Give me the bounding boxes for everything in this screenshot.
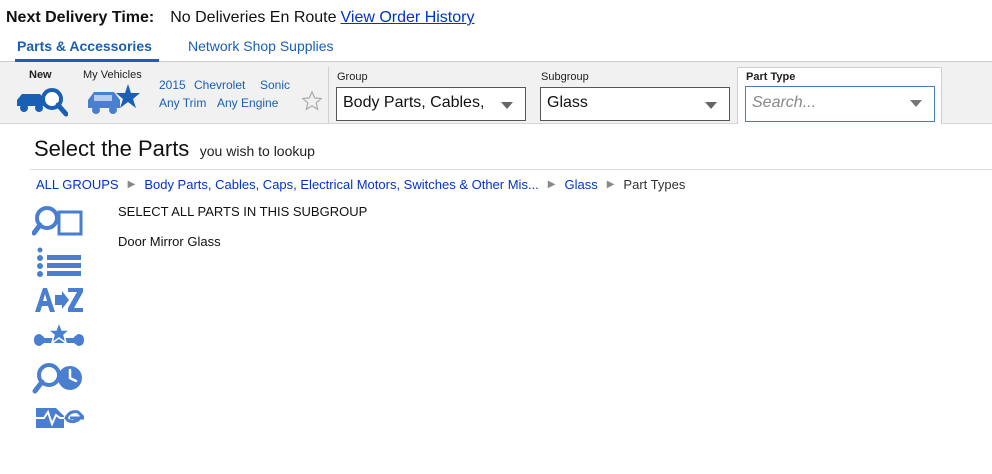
page-title: Select the Parts [34,136,190,161]
tab-bar: Parts & Accessories Network Shop Supplie… [0,34,992,62]
diagnostics-icon[interactable] [32,398,86,434]
view-order-history-link[interactable]: View Order History [341,9,475,27]
breadcrumb-current: Part Types [623,177,686,192]
vehicle-trim[interactable]: Any Trim [159,96,206,110]
search-history-icon[interactable] [32,360,86,396]
breadcrumb: ALL GROUPS ▶ Body Parts, Cables, Caps, E… [36,177,685,192]
page-subtitle: you wish to lookup [199,143,315,159]
delivery-bar: Next Delivery Time: No Deliveries En Rou… [6,9,474,29]
delivery-label: Next Delivery Time: [6,9,155,26]
breadcrumb-group[interactable]: Body Parts, Cables, Caps, Electrical Mot… [144,177,538,192]
vehicle-year[interactable]: 2015 [159,78,186,92]
vehicle-toolbar: New My Vehicles 2015 Chevrolet Sonic Any… [0,62,992,124]
page-title-row: Select the Parts you wish to lookup [34,136,315,162]
breadcrumb-subgroup[interactable]: Glass [564,177,597,192]
group-select[interactable]: Body Parts, Cables, [336,87,526,121]
part-type-search-input[interactable]: Search... [745,86,935,122]
subgroup-select-value: Glass [547,94,588,111]
vehicle-make[interactable]: Chevrolet [194,78,245,92]
part-type-item[interactable]: Door Mirror Glass [118,234,221,249]
title-divider [30,169,992,170]
my-vehicles-icon[interactable] [86,82,142,118]
chevron-down-icon [705,102,717,109]
list-view-icon[interactable] [32,244,86,280]
group-select-value: Body Parts, Cables, [343,94,485,111]
my-vehicles-label: My Vehicles [83,69,142,81]
vehicle-model[interactable]: Sonic [260,78,290,92]
breadcrumb-separator-icon: ▶ [606,179,615,190]
chevron-down-icon [910,100,922,107]
vehicle-engine[interactable]: Any Engine [217,96,278,110]
subgroup-label: Subgroup [541,71,589,83]
select-all-parts-option[interactable]: SELECT ALL PARTS IN THIS SUBGROUP [118,204,367,219]
toolbar-divider [328,67,329,124]
part-type-panel: Part Type Search... [737,67,942,124]
part-type-label: Part Type [746,71,796,83]
new-vehicle-search-icon[interactable] [14,82,68,118]
favorite-star-icon[interactable] [301,90,323,112]
breadcrumb-all-groups[interactable]: ALL GROUPS [36,177,119,192]
breadcrumb-separator-icon: ▶ [547,179,556,190]
tab-network-shop-supplies[interactable]: Network Shop Supplies [188,38,334,54]
breadcrumb-separator-icon: ▶ [127,179,136,190]
delivery-status: No Deliveries En Route [170,9,337,26]
chevron-down-icon [501,102,513,109]
tab-parts-accessories[interactable]: Parts & Accessories [17,38,152,54]
new-vehicle-label: New [29,69,52,81]
favorites-tools-icon[interactable] [32,320,86,356]
search-lookup-icon[interactable] [32,204,86,240]
part-type-placeholder: Search... [752,94,817,111]
subgroup-select[interactable]: Glass [540,87,730,121]
a-to-z-icon[interactable] [32,282,86,318]
group-label: Group [337,71,368,83]
